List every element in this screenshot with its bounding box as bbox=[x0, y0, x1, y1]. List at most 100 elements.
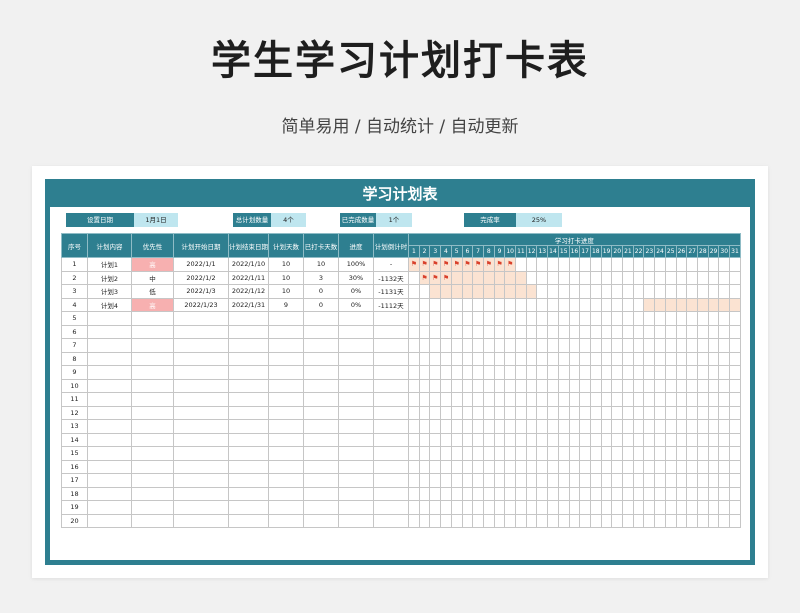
checkin-cell[interactable] bbox=[654, 297, 666, 312]
checkin-cell[interactable] bbox=[440, 419, 452, 434]
checkin-cell[interactable] bbox=[525, 338, 538, 353]
checkin-cell[interactable] bbox=[515, 284, 527, 299]
checkin-cell[interactable] bbox=[664, 419, 677, 434]
checkin-cell[interactable] bbox=[504, 486, 517, 501]
checkin-cell[interactable] bbox=[440, 284, 452, 299]
checkin-cell[interactable] bbox=[589, 459, 602, 474]
checkin-cell[interactable] bbox=[461, 311, 474, 326]
checkin-cell[interactable] bbox=[461, 284, 474, 299]
checkin-cell[interactable] bbox=[536, 473, 549, 488]
checkin-cell[interactable] bbox=[557, 405, 570, 420]
checkin-cell[interactable]: ⚑ bbox=[504, 257, 517, 272]
checkin-cell[interactable] bbox=[686, 378, 698, 393]
checkin-cell[interactable] bbox=[493, 419, 506, 434]
checkin-cell[interactable] bbox=[429, 446, 442, 461]
checkin-cell[interactable] bbox=[718, 378, 731, 393]
checkin-cell[interactable] bbox=[493, 324, 506, 339]
checkin-cell[interactable] bbox=[696, 284, 709, 299]
checkin-cell[interactable] bbox=[418, 338, 431, 353]
checkin-cell[interactable] bbox=[579, 473, 591, 488]
checkin-cell[interactable] bbox=[611, 311, 624, 326]
checkin-cell[interactable] bbox=[408, 392, 420, 407]
checkin-cell[interactable] bbox=[525, 297, 538, 312]
checkin-cell[interactable] bbox=[675, 405, 688, 420]
progress-cell[interactable]: 0% bbox=[338, 284, 374, 299]
priority-cell[interactable] bbox=[131, 378, 174, 393]
checkin-cell[interactable] bbox=[643, 378, 656, 393]
checkin-cell[interactable] bbox=[579, 459, 591, 474]
checkin-cell[interactable] bbox=[600, 446, 613, 461]
checked-days[interactable] bbox=[303, 351, 339, 366]
checkin-cell[interactable] bbox=[664, 378, 677, 393]
checkin-cell[interactable] bbox=[461, 486, 474, 501]
checkin-cell[interactable] bbox=[525, 311, 538, 326]
checkin-cell[interactable] bbox=[493, 351, 506, 366]
plan-days[interactable]: 10 bbox=[268, 270, 304, 285]
checkin-cell[interactable] bbox=[589, 419, 602, 434]
checkin-cell[interactable] bbox=[707, 392, 720, 407]
checkin-cell[interactable] bbox=[707, 473, 720, 488]
checkin-cell[interactable] bbox=[686, 473, 698, 488]
checkin-cell[interactable] bbox=[547, 284, 559, 299]
progress-cell[interactable] bbox=[338, 324, 374, 339]
checkin-cell[interactable] bbox=[482, 446, 495, 461]
plan-days[interactable] bbox=[268, 419, 304, 434]
plan-content[interactable]: 计划1 bbox=[87, 257, 132, 272]
checkin-cell[interactable] bbox=[515, 405, 527, 420]
checkin-cell[interactable] bbox=[643, 500, 656, 515]
checkin-cell[interactable] bbox=[589, 513, 602, 528]
checkin-cell[interactable] bbox=[611, 378, 624, 393]
countdown-cell[interactable]: -1131天 bbox=[373, 284, 409, 299]
checkin-cell[interactable] bbox=[568, 513, 581, 528]
checkin-cell[interactable] bbox=[654, 378, 666, 393]
checkin-cell[interactable] bbox=[408, 446, 420, 461]
checkin-cell[interactable] bbox=[686, 500, 698, 515]
checkin-cell[interactable] bbox=[472, 270, 484, 285]
priority-cell[interactable] bbox=[131, 459, 174, 474]
progress-cell[interactable]: 100% bbox=[338, 257, 374, 272]
checkin-cell[interactable] bbox=[686, 405, 698, 420]
checkin-cell[interactable] bbox=[493, 284, 506, 299]
checkin-cell[interactable] bbox=[643, 513, 656, 528]
priority-cell[interactable] bbox=[131, 338, 174, 353]
checkin-cell[interactable] bbox=[408, 284, 420, 299]
checkin-cell[interactable] bbox=[611, 284, 624, 299]
priority-cell[interactable] bbox=[131, 324, 174, 339]
checkin-cell[interactable] bbox=[515, 419, 527, 434]
checkin-cell[interactable] bbox=[589, 500, 602, 515]
checkin-cell[interactable] bbox=[568, 324, 581, 339]
checkin-cell[interactable] bbox=[718, 297, 731, 312]
checkin-cell[interactable] bbox=[450, 284, 463, 299]
countdown-cell[interactable] bbox=[373, 324, 409, 339]
checkin-cell[interactable] bbox=[632, 351, 645, 366]
checkin-cell[interactable] bbox=[461, 419, 474, 434]
checkin-cell[interactable] bbox=[579, 500, 591, 515]
checkin-cell[interactable] bbox=[440, 405, 452, 420]
checkin-cell[interactable] bbox=[418, 500, 431, 515]
checkin-cell[interactable]: ⚑ bbox=[408, 257, 420, 272]
checkin-cell[interactable] bbox=[482, 351, 495, 366]
checkin-cell[interactable] bbox=[696, 459, 709, 474]
checkin-cell[interactable] bbox=[675, 378, 688, 393]
checkin-cell[interactable] bbox=[472, 419, 484, 434]
checkin-cell[interactable] bbox=[696, 297, 709, 312]
checked-days[interactable] bbox=[303, 473, 339, 488]
checkin-cell[interactable] bbox=[440, 297, 452, 312]
checkin-cell[interactable] bbox=[729, 500, 741, 515]
checkin-cell[interactable] bbox=[472, 365, 484, 380]
checkin-cell[interactable] bbox=[440, 311, 452, 326]
progress-cell[interactable] bbox=[338, 513, 374, 528]
checkin-cell[interactable] bbox=[461, 338, 474, 353]
checkin-cell[interactable] bbox=[461, 446, 474, 461]
checkin-cell[interactable] bbox=[429, 338, 442, 353]
checkin-cell[interactable] bbox=[632, 405, 645, 420]
checkin-cell[interactable] bbox=[664, 473, 677, 488]
countdown-cell[interactable] bbox=[373, 419, 409, 434]
checkin-cell[interactable] bbox=[408, 351, 420, 366]
checkin-cell[interactable] bbox=[718, 351, 731, 366]
checked-days[interactable]: 3 bbox=[303, 270, 339, 285]
checkin-cell[interactable] bbox=[450, 419, 463, 434]
checkin-cell[interactable] bbox=[589, 405, 602, 420]
checkin-cell[interactable] bbox=[504, 378, 517, 393]
checkin-cell[interactable] bbox=[450, 324, 463, 339]
